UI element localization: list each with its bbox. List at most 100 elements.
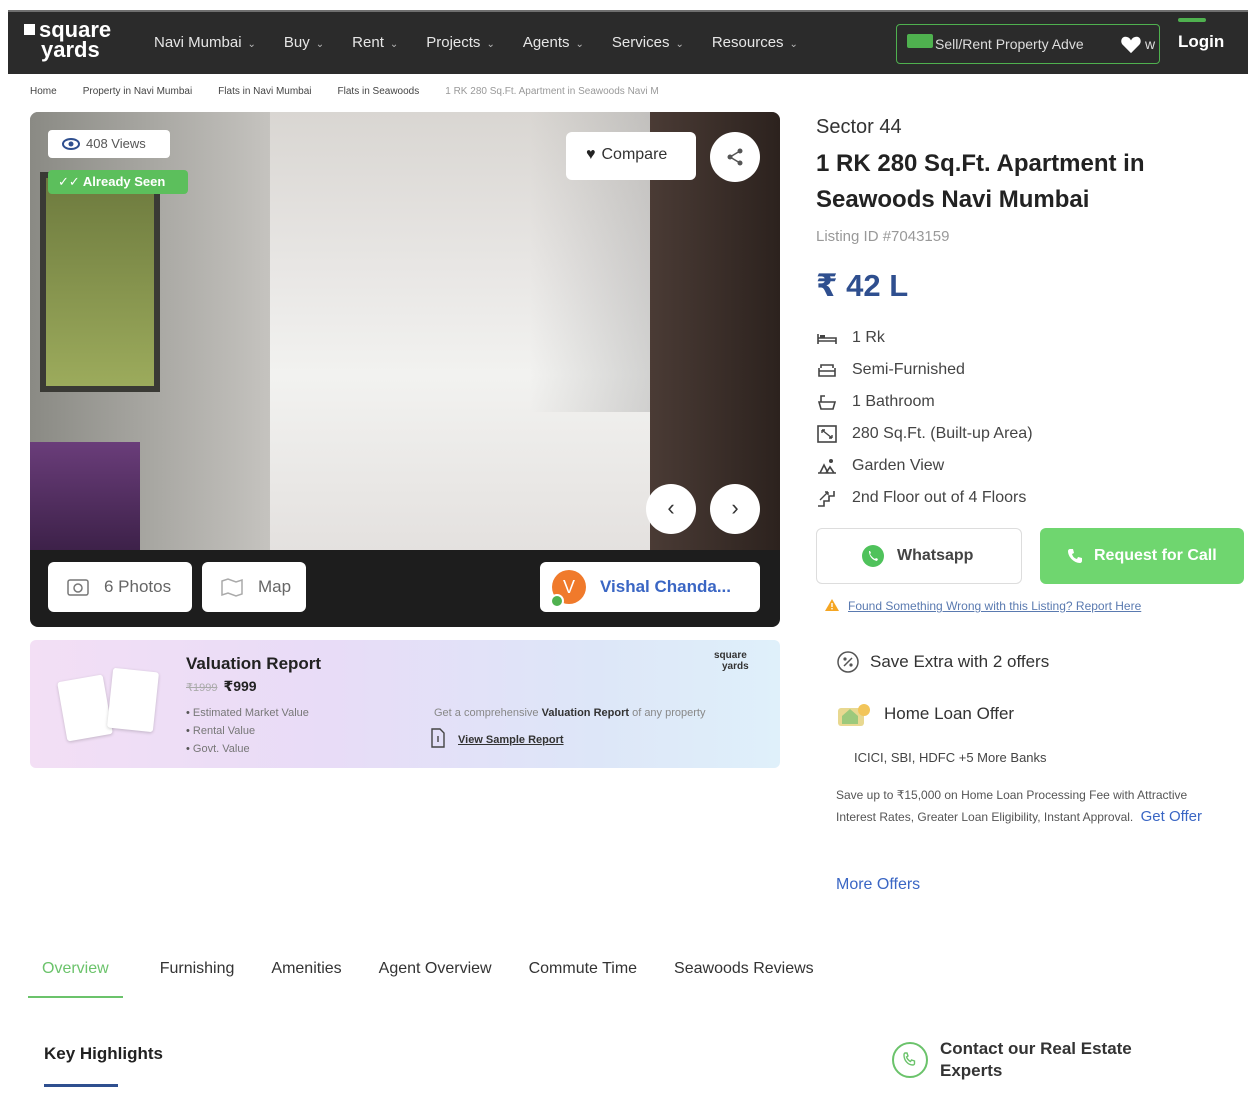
breadcrumb-home[interactable]: Home (30, 86, 57, 97)
chevron-down-icon: ⌄ (575, 39, 584, 50)
whatsapp-button[interactable]: Whatsapp (816, 528, 1022, 584)
nav-projects[interactable]: Projects ⌄ (426, 34, 495, 51)
key-highlights-heading: Key Highlights (44, 1044, 164, 1063)
small-logo-bottom: yards (722, 661, 749, 672)
nav-label: Projects (426, 34, 481, 51)
prev-photo-button[interactable]: ‹ (646, 484, 696, 534)
map-label: Map (258, 577, 292, 596)
nav-label: Navi Mumbai (154, 34, 242, 51)
sector-label: Sector 44 (816, 116, 902, 138)
main-nav: Navi Mumbai ⌄ Buy ⌄ Rent ⌄ Projects ⌄ Agents… (154, 34, 826, 51)
garden-icon (818, 459, 836, 474)
contact-experts-text: Contact our Real Estate Experts (940, 1039, 1132, 1080)
valuation-desc-pre: Get a comprehensive (434, 707, 542, 719)
report-wrong-label: Found Something Wrong with this Listing?… (848, 599, 1142, 613)
fact-text: Garden View (852, 457, 945, 474)
more-offers-link[interactable]: More Offers (836, 876, 920, 894)
sell-rent-label: Sell/Rent Property Adve (935, 36, 1084, 52)
tab-commute-time[interactable]: Commute Time (529, 956, 637, 998)
phone-icon (1068, 549, 1082, 563)
breadcrumb-property-navi-mumbai[interactable]: Property in Navi Mumbai (83, 86, 192, 97)
nav-agents[interactable]: Agents ⌄ (523, 34, 584, 51)
detail-tabs: Overview Furnishing Amenities Agent Over… (28, 956, 851, 998)
report-illustration-icon (54, 666, 174, 746)
agent-initial: V (562, 577, 575, 597)
tab-furnishing[interactable]: Furnishing (160, 956, 235, 998)
floor-icon (818, 491, 835, 507)
whatsapp-icon (862, 545, 884, 567)
compare-button[interactable]: ♥ Compare (566, 132, 696, 180)
area-icon (817, 425, 837, 443)
nav-label: Services (611, 34, 670, 51)
valuation-old-price: ₹1999 (186, 682, 218, 694)
photos-button[interactable]: 6 Photos (48, 562, 192, 612)
nav-label: Agents (522, 34, 570, 51)
fact-view: Garden View (816, 450, 1033, 482)
view-sample-report-link[interactable]: View Sample Report (430, 728, 564, 748)
chevron-down-icon: ⌄ (247, 39, 256, 50)
agent-avatar: V (550, 570, 586, 608)
photos-label: 6 Photos (104, 577, 172, 596)
login-button[interactable]: Login (1178, 32, 1224, 52)
share-button[interactable] (710, 132, 760, 182)
already-seen-badge: ✓✓ Already Seen (48, 170, 188, 194)
valuation-desc-bold: Valuation Report (541, 707, 630, 719)
get-offer-link[interactable]: Get Offer (1141, 808, 1202, 825)
home-loan-heading: Home Loan Offer (836, 700, 1014, 728)
breadcrumb-flats-seawoods[interactable]: Flats in Seawoods (338, 86, 420, 97)
fact-text: 1 Bathroom (852, 393, 935, 410)
login-indicator (1178, 18, 1206, 22)
report-listing-link[interactable]: Found Something Wrong with this Listing?… (824, 598, 1141, 613)
valuation-feature: Rental Value (186, 722, 309, 740)
property-facts: 1 Rk Semi-Furnished 1 Bathroom 280 Sq.Ft… (816, 322, 1033, 514)
request-call-button[interactable]: Request for Call (1040, 528, 1244, 584)
square-yards-logo[interactable]: square yards (24, 19, 111, 61)
key-highlights-underline (44, 1084, 118, 1087)
chevron-left-icon: ‹ (667, 495, 675, 520)
views-badge: 408 Views (48, 130, 170, 158)
tab-agent-overview[interactable]: Agent Overview (379, 956, 492, 998)
heart-icon: ♥ (586, 146, 596, 163)
nav-rent[interactable]: Rent ⌄ (352, 34, 398, 51)
sample-link-label: View Sample Report (458, 734, 564, 746)
compare-label: Compare (601, 146, 668, 163)
chevron-down-icon: ⌄ (789, 39, 798, 50)
home-loan-icon (838, 704, 870, 726)
tab-seawoods-reviews[interactable]: Seawoods Reviews (674, 956, 814, 998)
listing-id: Listing ID #7043159 (816, 228, 950, 245)
valuation-feature: Govt. Value (186, 740, 309, 758)
nav-services[interactable]: Services ⌄ (612, 34, 684, 51)
map-button[interactable]: Map (202, 562, 306, 612)
home-loan-description: Save up to ₹15,000 on Home Loan Processi… (836, 784, 1216, 828)
agent-card[interactable]: V Vishal Chanda... (540, 562, 760, 612)
fact-text: 280 Sq.Ft. (Built-up Area) (852, 425, 1033, 442)
bathtub-icon (817, 395, 837, 410)
online-status-icon (550, 594, 564, 608)
nav-label: Rent (352, 34, 384, 51)
contact-experts[interactable]: Contact our Real Estate Experts (892, 1038, 1170, 1082)
nav-buy[interactable]: Buy ⌄ (284, 34, 324, 51)
nav-navi-mumbai[interactable]: Navi Mumbai ⌄ (154, 34, 256, 51)
tab-overview[interactable]: Overview (28, 956, 123, 998)
heart-icon[interactable] (1120, 34, 1142, 54)
map-icon (221, 578, 243, 597)
valuation-feature: Estimated Market Value (186, 704, 309, 722)
request-call-label: Request for Call (1094, 547, 1217, 564)
report-card-graphic (106, 667, 160, 733)
fact-area: 280 Sq.Ft. (Built-up Area) (816, 418, 1033, 450)
breadcrumb-flats-navi-mumbai[interactable]: Flats in Navi Mumbai (218, 86, 311, 97)
next-photo-button[interactable]: › (710, 484, 760, 534)
sofa-icon (818, 364, 836, 377)
tab-amenities[interactable]: Amenities (271, 956, 341, 998)
nav-resources[interactable]: Resources ⌄ (712, 34, 798, 51)
valuation-report-banner[interactable]: Valuation Report ₹1999 ₹999 Estimated Mar… (30, 640, 780, 768)
chevron-down-icon: ⌄ (675, 39, 684, 50)
nav-label: Resources (711, 34, 784, 51)
photo-icon (67, 579, 89, 596)
bed-icon (817, 334, 837, 344)
report-card-graphic (57, 674, 113, 742)
valuation-description: Get a comprehensive Valuation Report of … (434, 707, 705, 719)
fact-text: Semi-Furnished (852, 361, 965, 378)
document-icon (431, 728, 445, 748)
valuation-title: Valuation Report (186, 654, 322, 673)
